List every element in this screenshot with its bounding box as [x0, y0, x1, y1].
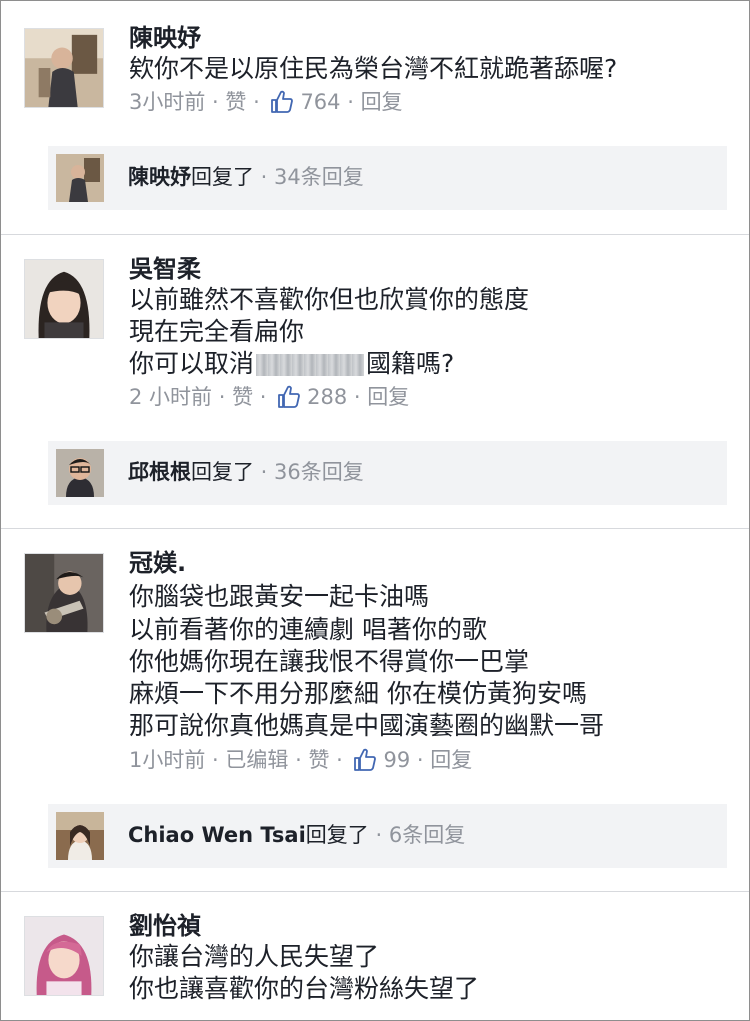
- separator: ·: [253, 385, 274, 409]
- comment-text: 你他媽你現在讓我恨不得賞你一巴掌: [129, 647, 530, 676]
- separator: ·: [205, 748, 226, 772]
- comment-meta: 3小时前 · 赞 · 764 · 回复: [129, 88, 403, 116]
- avatar[interactable]: [24, 259, 104, 339]
- comment-text: 欸你不是以原住民為榮台灣不紅就跪著舔喔?: [129, 54, 618, 83]
- comment-text: 現在完全看扁你: [129, 317, 305, 346]
- reply-summary[interactable]: 陳映妤 回复了 · 34条回复: [48, 146, 727, 210]
- reply-author[interactable]: Chiao Wen Tsai: [128, 821, 306, 849]
- reply-summary[interactable]: 邱根根 回复了 · 36条回复: [48, 441, 727, 505]
- separator: ·: [212, 385, 233, 409]
- like-count: 764: [300, 90, 341, 114]
- reply-count[interactable]: 34条回复: [274, 163, 364, 191]
- thumbs-up-icon: [277, 385, 301, 409]
- reply-summary[interactable]: Chiao Wen Tsai 回复了 · 6条回复: [48, 804, 727, 868]
- comment-text: 你腦袋也跟黃安一起卡油嗎: [129, 582, 430, 611]
- separator: ·: [410, 748, 431, 772]
- avatar[interactable]: [24, 553, 104, 633]
- comment-meta: 2 小时前 · 赞 · 288 · 回复: [129, 383, 409, 411]
- comment-text: 以前雖然不喜歡你但也欣賞你的態度: [129, 285, 530, 314]
- reply-action: 回复了: [305, 823, 369, 847]
- reply-summary-text: Chiao Wen Tsai 回复了 · 6条回复: [128, 821, 465, 849]
- reply-link[interactable]: 回复: [430, 746, 472, 774]
- comment-text-part: 國籍嗎?: [366, 349, 455, 378]
- reply-action: 回复了: [191, 165, 254, 189]
- avatar[interactable]: [24, 916, 104, 996]
- redacted-block: [256, 354, 365, 376]
- comment-text: 麻煩一下不用分那麼細 你在模仿黃狗安嗎: [129, 679, 587, 708]
- thumbs-up-icon: [353, 748, 377, 772]
- separator: ·: [329, 748, 350, 772]
- commenter-name[interactable]: 陳映妤: [129, 23, 201, 53]
- comment-meta: 1小时前 · 已编辑 · 赞 · 99 · 回复: [129, 746, 472, 774]
- separator: ·: [254, 165, 275, 189]
- comment-text: 你也讓喜歡你的台灣粉絲失望了: [129, 974, 480, 1003]
- separator: ·: [340, 90, 361, 114]
- commenter-name[interactable]: 冠媄.: [129, 548, 186, 578]
- timestamp[interactable]: 3小时前: [129, 88, 205, 116]
- comment-text: 你可以取消 國籍嗎?: [129, 348, 454, 380]
- reply-action: 回复了: [191, 460, 254, 484]
- like-count: 288: [307, 385, 348, 409]
- avatar: [56, 812, 104, 860]
- commenter-name[interactable]: 吳智柔: [129, 254, 201, 284]
- avatar: [56, 154, 104, 202]
- reply-author[interactable]: 陳映妤: [128, 163, 191, 191]
- avatar[interactable]: [24, 28, 104, 108]
- reply-count[interactable]: 36条回复: [274, 458, 364, 486]
- like-count: 99: [383, 748, 411, 772]
- comment-text: 那可說你真他媽真是中國演藝圈的幽默一哥: [129, 711, 605, 740]
- reply-link[interactable]: 回复: [367, 383, 409, 411]
- comment-thread: 陳映妤 欸你不是以原住民為榮台灣不紅就跪著舔喔? 3小时前 · 赞 · 764 …: [0, 0, 750, 1021]
- reply-link[interactable]: 回复: [361, 88, 403, 116]
- comment-text: 你讓台灣的人民失望了: [129, 942, 380, 971]
- divider: [1, 234, 749, 235]
- thumbs-up-icon: [270, 90, 294, 114]
- separator: ·: [246, 90, 267, 114]
- reply-author[interactable]: 邱根根: [128, 458, 191, 486]
- separator: ·: [205, 90, 226, 114]
- timestamp[interactable]: 1小时前: [129, 746, 205, 774]
- divider: [1, 891, 749, 892]
- divider: [1, 528, 749, 529]
- like-link[interactable]: 赞: [225, 88, 246, 116]
- separator: ·: [254, 460, 275, 484]
- timestamp[interactable]: 2 小时前: [129, 383, 212, 411]
- separator: ·: [368, 823, 389, 847]
- comment-text-part: 你可以取消: [129, 349, 255, 378]
- comment-text: 以前看著你的連續劇 唱著你的歌: [129, 615, 487, 644]
- reply-count[interactable]: 6条回复: [389, 821, 465, 849]
- reply-summary-text: 陳映妤 回复了 · 34条回复: [128, 163, 364, 191]
- separator: ·: [347, 385, 368, 409]
- reply-summary-text: 邱根根 回复了 · 36条回复: [128, 458, 364, 486]
- edited-label[interactable]: 已编辑: [225, 746, 288, 774]
- commenter-name[interactable]: 劉怡禎: [129, 911, 201, 941]
- avatar: [56, 449, 104, 497]
- like-link[interactable]: 赞: [232, 383, 253, 411]
- like-link[interactable]: 赞: [308, 746, 329, 774]
- separator: ·: [288, 748, 309, 772]
